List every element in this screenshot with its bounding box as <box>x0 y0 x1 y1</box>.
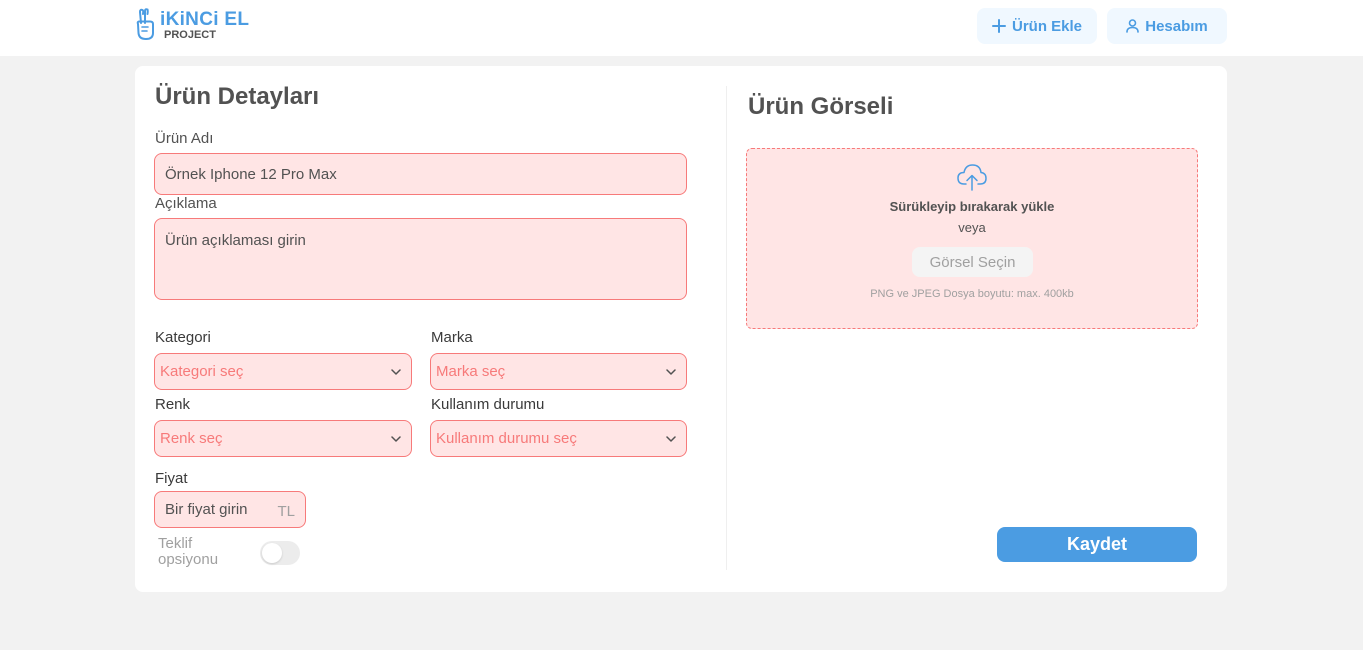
add-product-button[interactable]: Ürün Ekle <box>977 8 1097 44</box>
plus-icon <box>991 19 1006 33</box>
currency-suffix: TL <box>277 503 295 520</box>
brand-select[interactable]: Marka seç <box>430 353 687 390</box>
toggle-knob <box>262 543 282 563</box>
dropzone-or: veya <box>958 220 986 235</box>
product-name-label: Ürün Adı <box>155 130 214 147</box>
cloud-upload-icon <box>957 164 987 191</box>
details-title: Ürün Detayları <box>155 83 320 110</box>
chevron-down-icon <box>666 368 676 375</box>
category-select[interactable]: Kategori seç <box>154 353 412 390</box>
color-label: Renk <box>155 396 191 413</box>
account-button[interactable]: Hesabım <box>1107 8 1227 44</box>
select-image-button[interactable]: Görsel Seçin <box>912 247 1033 277</box>
product-name-input[interactable]: Örnek Iphone 12 Pro Max <box>154 153 687 195</box>
account-label: Hesabım <box>1145 17 1208 35</box>
user-icon <box>1126 19 1140 33</box>
brand-subtitle: PROJECT <box>164 28 216 41</box>
price-input[interactable]: Bir fiyat girin TL <box>154 491 306 528</box>
price-placeholder: Bir fiyat girin <box>165 501 248 518</box>
brand-logo[interactable]: iKiNCi EL PROJECT <box>134 8 249 42</box>
category-label: Kategori <box>155 329 211 346</box>
category-select-value: Kategori seç <box>160 363 244 380</box>
description-label: Açıklama <box>155 195 217 212</box>
add-product-label: Ürün Ekle <box>1011 17 1083 35</box>
dropzone-title: Sürükleyip bırakarak yükle <box>889 199 1055 214</box>
color-select-value: Renk seç <box>160 430 223 447</box>
save-button[interactable]: Kaydet <box>997 527 1197 562</box>
chevron-down-icon <box>391 368 401 375</box>
top-navbar: iKiNCi EL PROJECT Ürün Ekle Hesabım <box>0 0 1363 56</box>
brand-name: iKiNCi EL <box>160 8 250 30</box>
column-divider <box>726 86 727 570</box>
offer-option-toggle[interactable] <box>260 541 300 565</box>
brand-select-value: Marka seç <box>436 363 506 380</box>
image-title: Ürün Görseli <box>748 93 894 120</box>
image-dropzone[interactable]: Sürükleyip bırakarak yükle veya Görsel S… <box>746 148 1198 329</box>
condition-select[interactable]: Kullanım durumu seç <box>430 420 687 457</box>
condition-select-value: Kullanım durumu seç <box>436 430 577 447</box>
condition-label: Kullanım durumu <box>431 396 545 413</box>
offer-option-label: Teklif opsiyonu <box>158 535 219 568</box>
color-select[interactable]: Renk seç <box>154 420 412 457</box>
price-label: Fiyat <box>155 470 188 487</box>
chevron-down-icon <box>666 435 676 442</box>
product-form-card: Ürün Detayları Ürün Adı Örnek Iphone 12 … <box>135 66 1227 592</box>
peace-hand-icon <box>136 8 154 40</box>
file-size-hint: PNG ve JPEG Dosya boyutu: max. 400kb <box>870 288 1074 300</box>
brand-label: Marka <box>431 329 473 346</box>
chevron-down-icon <box>391 435 401 442</box>
description-textarea[interactable]: Ürün açıklaması girin <box>154 218 687 300</box>
